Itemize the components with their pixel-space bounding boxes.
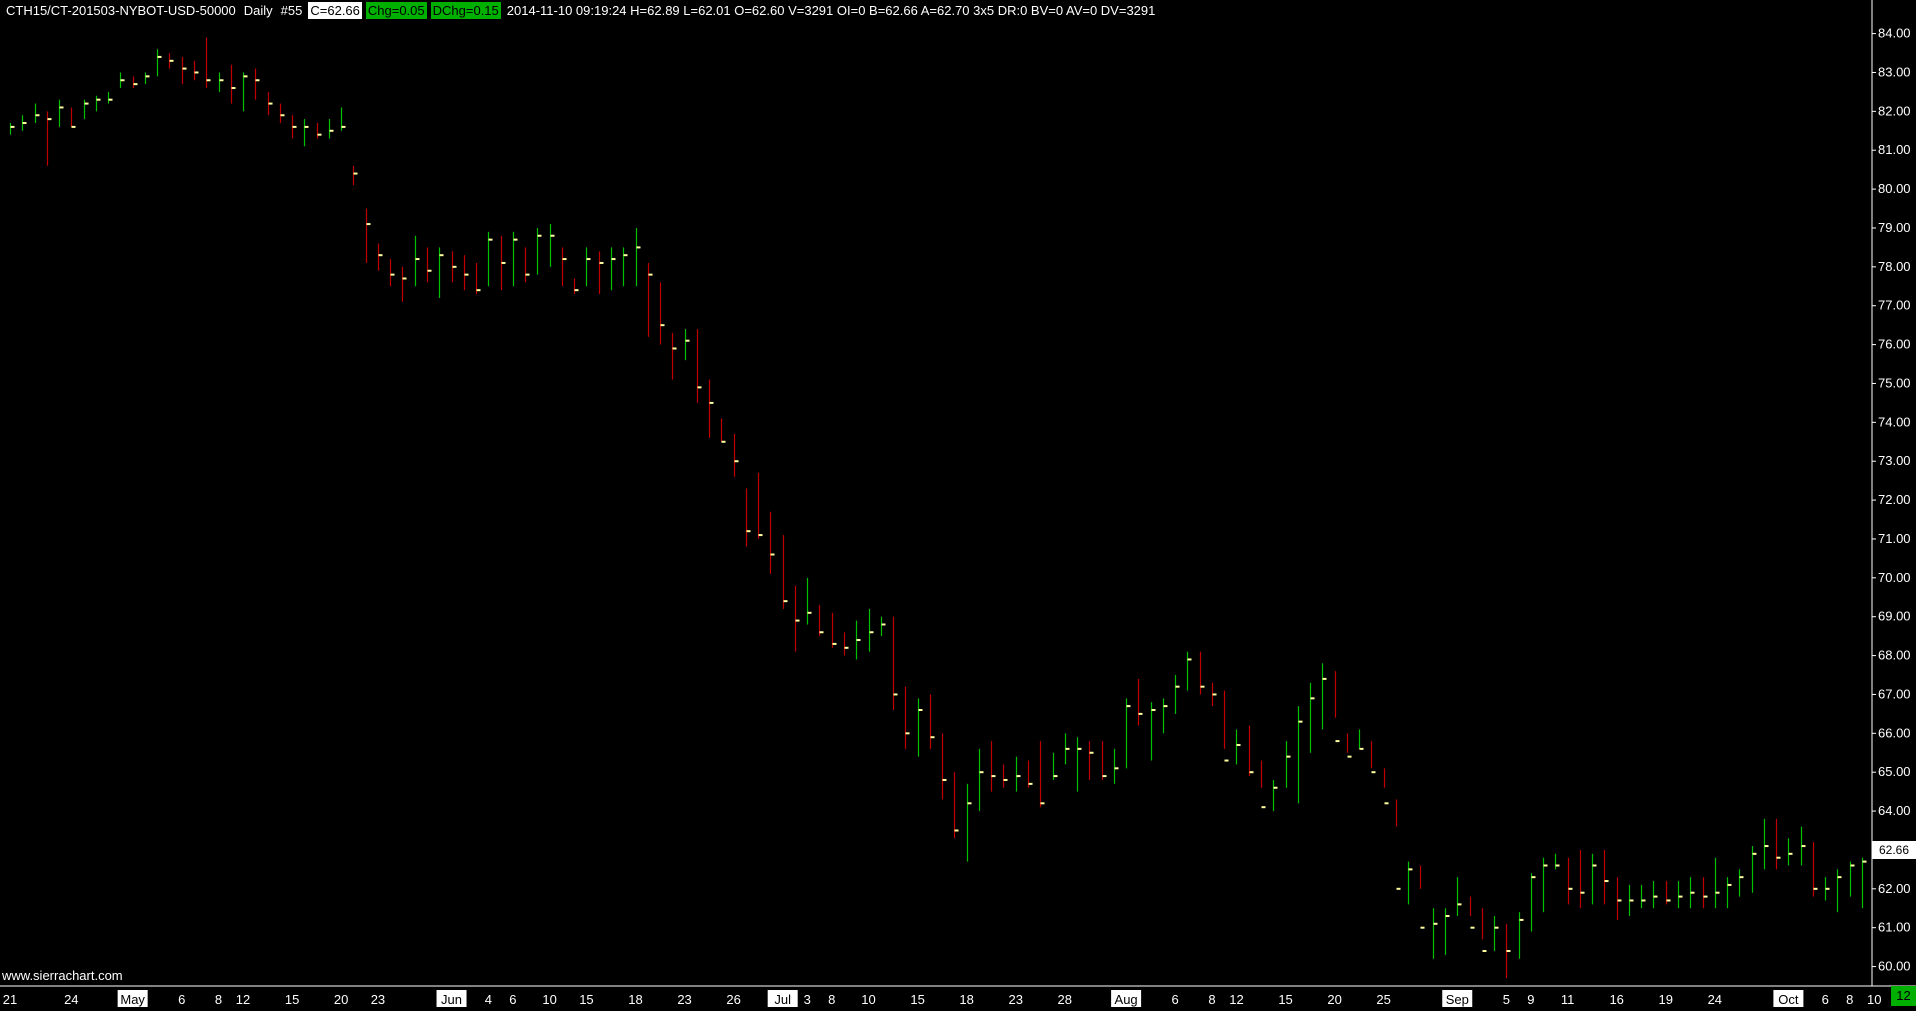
x-day-label: 10 [861,992,875,1007]
y-tick-label: 81.00 [1878,142,1911,157]
x-day-label: 16 [1609,992,1623,1007]
y-tick-label: 77.00 [1878,298,1911,313]
right-edge-badge: 12 [1891,986,1916,1006]
y-tick-label: 66.00 [1878,725,1911,740]
y-tick-label: 75.00 [1878,375,1911,390]
y-tick-label: 62.00 [1878,881,1911,896]
y-tick-label: 82.00 [1878,103,1911,118]
y-tick-label: 65.00 [1878,764,1911,779]
y-tick-label: 83.00 [1878,64,1911,79]
x-day-label: 15 [285,992,299,1007]
x-day-label: 8 [1208,992,1215,1007]
y-tick-label: 76.00 [1878,337,1911,352]
y-tick-label: 70.00 [1878,570,1911,585]
x-day-label: 12 [236,992,250,1007]
y-tick-label: 68.00 [1878,648,1911,663]
x-day-label: 10 [542,992,556,1007]
x-day-label: 20 [334,992,348,1007]
y-tick-label: 80.00 [1878,181,1911,196]
y-tick-label: 64.00 [1878,803,1911,818]
x-month-label: Aug [1115,992,1138,1007]
x-day-label: 24 [64,992,78,1007]
y-tick-label: 72.00 [1878,492,1911,507]
x-day-label: 18 [628,992,642,1007]
x-day-label: 23 [1008,992,1022,1007]
x-day-label: 11 [1561,992,1575,1007]
x-month-label: Oct [1778,992,1799,1007]
x-day-label: 21 [3,992,17,1007]
y-tick-label: 69.00 [1878,609,1911,624]
x-day-label: 26 [726,992,740,1007]
y-tick-label: 79.00 [1878,220,1911,235]
x-day-label: 8 [1846,992,1853,1007]
x-day-label: 6 [1172,992,1179,1007]
y-tick-label: 60.00 [1878,959,1911,974]
y-tick-label: 74.00 [1878,414,1911,429]
x-day-label: 6 [1822,992,1829,1007]
y-tick-label: 84.00 [1878,26,1911,41]
y-tick-label: 78.00 [1878,259,1911,274]
x-day-label: 4 [485,992,492,1007]
y-tick-label: 71.00 [1878,531,1911,546]
last-price-tag: 62.66 [1872,841,1916,859]
x-day-label: 5 [1503,992,1510,1007]
x-day-label: 23 [371,992,385,1007]
x-day-label: 6 [178,992,185,1007]
watermark: www.sierrachart.com [2,968,123,983]
x-day-label: 24 [1708,992,1722,1007]
x-day-label: 20 [1327,992,1341,1007]
x-day-label: 8 [215,992,222,1007]
x-day-label: 10 [1867,992,1881,1007]
x-month-label: Jun [441,992,462,1007]
x-day-label: 6 [509,992,516,1007]
x-day-label: 15 [910,992,924,1007]
x-day-label: 15 [579,992,593,1007]
x-day-label: 3 [804,992,811,1007]
y-tick-label: 73.00 [1878,453,1911,468]
x-month-label: Sep [1446,992,1469,1007]
x-day-label: 8 [828,992,835,1007]
x-day-label: 12 [1229,992,1243,1007]
x-day-label: 23 [677,992,691,1007]
y-tick-label: 61.00 [1878,920,1911,935]
x-day-label: 19 [1659,992,1673,1007]
x-day-label: 15 [1278,992,1292,1007]
x-month-label: Jul [774,992,791,1007]
x-month-label: May [120,992,145,1007]
x-day-label: 25 [1376,992,1390,1007]
x-day-label: 18 [959,992,973,1007]
x-day-label: 9 [1527,992,1534,1007]
x-day-label: 28 [1058,992,1072,1007]
y-tick-label: 67.00 [1878,686,1911,701]
price-chart[interactable]: 84.00 83.00 82.00 81.00 80.00 79.00 78.00 77.00… [0,0,1916,1011]
